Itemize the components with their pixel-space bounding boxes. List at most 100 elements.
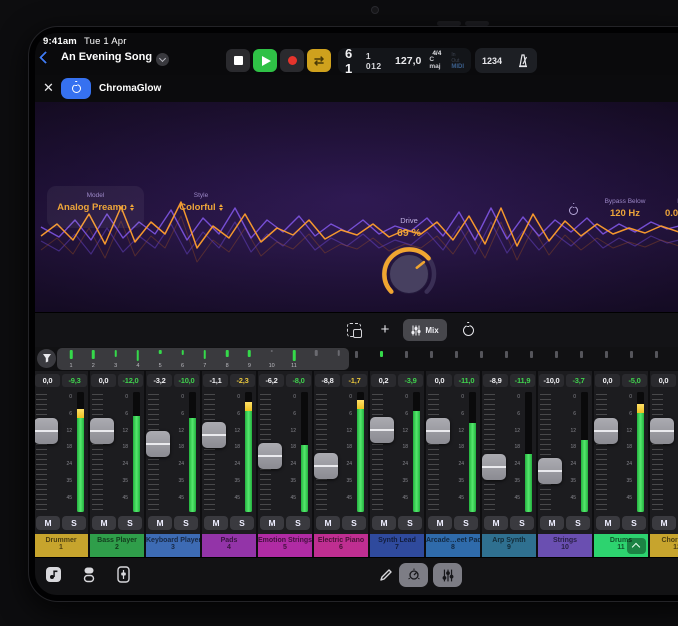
overview-channel[interactable]: 9 (239, 348, 259, 370)
overview-channel[interactable]: 8 (217, 348, 237, 370)
solo-button[interactable]: S (622, 516, 646, 530)
volume-value[interactable]: 0,0 (427, 374, 452, 387)
metronome-icon[interactable] (516, 53, 530, 68)
faders-view-button[interactable] (433, 563, 462, 587)
solo-button[interactable]: S (118, 516, 142, 530)
overview-channel[interactable]: 1 (61, 348, 81, 370)
volume-value[interactable]: -1,1 (203, 374, 228, 387)
level-control[interactable]: Level 0.0 (657, 198, 678, 219)
track-name-block[interactable]: Keyboard Player3 (146, 534, 200, 557)
mute-button[interactable]: M (652, 516, 676, 530)
solo-button[interactable]: S (62, 516, 86, 530)
song-menu-button[interactable] (156, 53, 169, 66)
mute-button[interactable]: M (428, 516, 452, 530)
overview-channel[interactable]: 10 (262, 348, 282, 370)
mute-button[interactable]: M (540, 516, 564, 530)
fader-handle[interactable] (258, 443, 282, 469)
solo-button[interactable]: S (566, 516, 590, 530)
mute-button[interactable]: M (372, 516, 396, 530)
fader-handle[interactable] (482, 454, 506, 480)
edit-button[interactable] (379, 568, 393, 585)
track-name-block[interactable]: Synth Lead7 (370, 534, 424, 557)
fader-handle[interactable] (370, 417, 394, 443)
close-plugin-button[interactable]: ✕ (43, 80, 54, 95)
bypass-power-icon[interactable] (569, 206, 578, 215)
volume-value[interactable]: 0,0 (595, 374, 620, 387)
mute-button[interactable]: M (148, 516, 172, 530)
channel-overview[interactable]: 1234567891011 (35, 347, 678, 370)
volume-value[interactable]: -3,2 (147, 374, 172, 387)
fader-handle[interactable] (650, 418, 674, 444)
volume-value[interactable]: 0,0 (91, 374, 116, 387)
track-name-block[interactable]: Chorus V12 (650, 534, 678, 557)
mute-button[interactable]: M (484, 516, 508, 530)
back-icon[interactable] (39, 51, 52, 64)
count-in-button[interactable]: 1234 (482, 56, 502, 66)
solo-button[interactable]: S (230, 516, 254, 530)
volume-value[interactable]: 0,0 (651, 374, 676, 387)
track-name-block[interactable]: Electric Piano6 (314, 534, 368, 557)
solo-button[interactable]: S (342, 516, 366, 530)
mute-button[interactable]: M (596, 516, 620, 530)
fader-handle[interactable] (538, 458, 562, 484)
track-name-block[interactable]: Pads4 (202, 534, 256, 557)
volume-value[interactable]: 0,2 (371, 374, 396, 387)
controls-view-button[interactable] (399, 563, 428, 587)
lcd-display[interactable]: 6 1 1 012 127,0 4/4 C maj In Out MIDI (338, 48, 471, 73)
track-name-block[interactable]: Bass Player2 (90, 534, 144, 557)
filter-button[interactable] (37, 349, 56, 368)
bypass-control[interactable]: Bypass Below 120 Hz (587, 198, 663, 219)
add-track-button[interactable]: + (373, 319, 397, 341)
fader-handle[interactable] (202, 422, 226, 448)
track-name-block[interactable]: Emotion Strings5 (258, 534, 312, 557)
solo-button[interactable]: S (174, 516, 198, 530)
track-name-block[interactable]: Drummer1 (35, 534, 88, 557)
overview-channel[interactable]: 3 (106, 348, 126, 370)
track-name-block[interactable]: Strings10 (538, 534, 592, 557)
mute-button[interactable]: M (204, 516, 228, 530)
mute-button[interactable]: M (36, 516, 60, 530)
cycle-button[interactable]: ⇄ (307, 49, 331, 72)
style-selector[interactable]: Style Colorful (161, 186, 241, 228)
plugin-power-button[interactable] (61, 78, 91, 99)
channel-strip-button[interactable] (117, 566, 130, 586)
overview-channel[interactable]: 11 (284, 348, 304, 370)
mixer-power-button[interactable] (455, 319, 481, 341)
fader-handle[interactable] (146, 431, 170, 457)
drive-control[interactable]: Drive 69 % (375, 216, 443, 310)
overview-channel[interactable]: 7 (195, 348, 215, 370)
drive-knob[interactable] (377, 241, 441, 305)
volume-value[interactable]: 0,0 (35, 374, 60, 387)
volume-value[interactable]: -8,9 (483, 374, 508, 387)
track-name-block[interactable]: Arp Synth9 (482, 534, 536, 557)
mute-button[interactable]: M (316, 516, 340, 530)
mute-button[interactable]: M (260, 516, 284, 530)
volume-value[interactable]: -8,8 (315, 374, 340, 387)
solo-button[interactable]: S (286, 516, 310, 530)
volume-value[interactable]: -10,0 (539, 374, 564, 387)
mute-button[interactable]: M (92, 516, 116, 530)
song-title[interactable]: An Evening Song (61, 51, 152, 63)
record-button[interactable] (280, 49, 304, 72)
fader-handle[interactable] (314, 453, 338, 479)
solo-button[interactable]: S (510, 516, 534, 530)
fader-handle[interactable] (594, 418, 618, 444)
channel-overview-window[interactable]: 1234567891011 (57, 348, 349, 370)
fader-handle[interactable] (35, 418, 58, 444)
solo-button[interactable]: S (398, 516, 422, 530)
browser-button[interactable] (45, 566, 62, 586)
fader-handle[interactable] (90, 418, 114, 444)
volume-value[interactable]: -6,2 (259, 374, 284, 387)
overview-channel[interactable]: 6 (173, 348, 193, 370)
mix-view-button[interactable]: Mix (403, 319, 447, 341)
overview-channel[interactable]: 4 (128, 348, 148, 370)
stop-button[interactable] (226, 49, 250, 72)
overview-channel[interactable]: 5 (150, 348, 170, 370)
fader-handle[interactable] (426, 418, 450, 444)
play-button[interactable] (253, 49, 277, 72)
marquee-select-button[interactable] (341, 319, 367, 341)
track-name-block[interactable]: Arcade…eet Pad8 (426, 534, 480, 557)
solo-button[interactable]: S (454, 516, 478, 530)
expand-track-button[interactable] (627, 538, 646, 554)
loops-button[interactable] (81, 566, 97, 586)
